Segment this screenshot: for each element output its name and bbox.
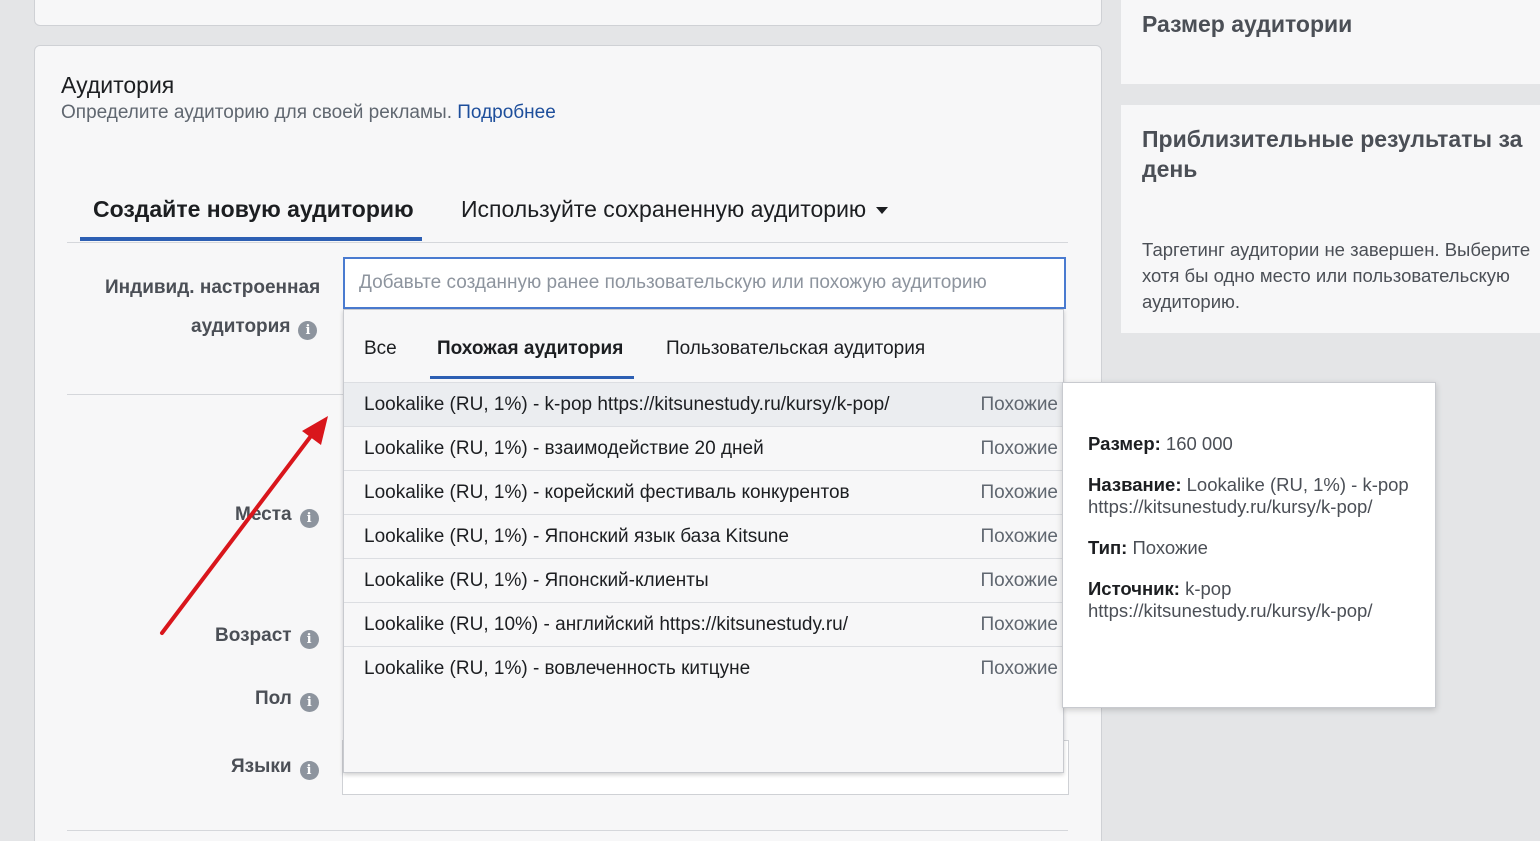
tooltip-type: Тип: Похожие: [1088, 537, 1411, 559]
list-item-type: Похожие: [980, 658, 1058, 679]
list-item-name: Lookalike (RU, 1%) - вовлеченность китцу…: [364, 658, 751, 679]
tooltip-source: Источник: k-pop https://kitsunestudy.ru/…: [1088, 578, 1411, 622]
audience-size-card: Размер аудитории: [1121, 0, 1540, 84]
tab-use-saved-audience[interactable]: Используйте сохраненную аудиторию: [461, 196, 889, 223]
custom-audience-label-line1: Индивид. настроенная: [105, 277, 321, 298]
info-icon[interactable]: i: [299, 509, 319, 528]
locations-label-text: Места: [235, 504, 292, 525]
field-divider: [67, 394, 343, 395]
estimated-results-text: Таргетинг аудитории не завершен. Выберит…: [1142, 239, 1531, 312]
age-label: Возраст i: [215, 625, 319, 649]
list-item-name: Lookalike (RU, 1%) - k-pop https://kitsu…: [364, 394, 890, 415]
dropdown-tab-custom[interactable]: Пользовательская аудитория: [666, 338, 925, 360]
section-title: Аудитория: [61, 72, 175, 98]
languages-label: Языки i: [231, 756, 319, 780]
list-item-type: Похожие: [980, 570, 1058, 591]
dropdown-tab-all[interactable]: Все: [364, 338, 397, 360]
info-icon[interactable]: i: [299, 761, 319, 780]
custom-audience-label-line2: аудитория: [191, 316, 291, 337]
list-item-name: Lookalike (RU, 1%) - корейский фестиваль…: [364, 482, 850, 503]
audience-dropdown: Все Похожая аудитория Пользовательская а…: [343, 309, 1064, 773]
previous-section-card: [34, 0, 1102, 26]
section-subtitle-text: Определите аудиторию для своей рекламы.: [61, 102, 452, 123]
tab-saved-label: Используйте сохраненную аудиторию: [461, 196, 867, 222]
list-item-name: Lookalike (RU, 1%) - Японский-клиенты: [364, 570, 709, 591]
tooltip-size-label: Размер:: [1088, 433, 1161, 454]
tab-create-new-audience[interactable]: Создайте новую аудиторию: [93, 196, 414, 223]
list-item[interactable]: Lookalike (RU, 1%) - взаимодействие 20 д…: [344, 426, 1063, 470]
learn-more-link[interactable]: Подробнее: [457, 102, 556, 123]
info-icon[interactable]: i: [299, 693, 319, 712]
audience-details-tooltip: Размер: 160 000 Название: Lookalike (RU,…: [1062, 382, 1436, 708]
tooltip-name-label: Название:: [1088, 474, 1182, 495]
list-item[interactable]: Lookalike (RU, 1%) - Японский язык база …: [344, 514, 1063, 558]
list-item[interactable]: Lookalike (RU, 1%) - k-pop https://kitsu…: [344, 382, 1063, 426]
tooltip-type-label: Тип:: [1088, 537, 1128, 558]
section-subtitle: Определите аудиторию для своей рекламы. …: [61, 102, 556, 124]
custom-audience-label: аудитория i: [191, 316, 318, 340]
list-item[interactable]: Lookalike (RU, 1%) - Японский-клиенты Пох…: [344, 558, 1063, 602]
bottom-divider: [67, 830, 1068, 831]
list-item-type: Похожие: [980, 614, 1058, 635]
tooltip-type-value: Похожие: [1132, 537, 1208, 558]
tooltip-size: Размер: 160 000: [1088, 433, 1411, 455]
list-item[interactable]: Lookalike (RU, 10%) - английский https:/…: [344, 602, 1063, 646]
list-item-type: Похожие: [980, 438, 1058, 459]
list-item-type: Похожие: [980, 394, 1058, 415]
locations-label: Места i: [235, 504, 319, 528]
list-item[interactable]: Lookalike (RU, 1%) - корейский фестиваль…: [344, 470, 1063, 514]
dropdown-list: Lookalike (RU, 1%) - k-pop https://kitsu…: [344, 382, 1063, 690]
tooltip-name: Название: Lookalike (RU, 1%) - k-pop htt…: [1088, 474, 1411, 518]
dropdown-active-tab-underline: [430, 376, 634, 379]
languages-label-text: Языки: [231, 756, 292, 777]
list-item-name: Lookalike (RU, 10%) - английский https:/…: [364, 614, 849, 635]
active-tab-underline: [80, 237, 422, 241]
info-icon[interactable]: i: [299, 630, 319, 649]
list-item[interactable]: Lookalike (RU, 1%) - вовлеченность китцу…: [344, 646, 1063, 690]
tooltip-size-value: 160 000: [1165, 433, 1233, 454]
estimated-results-title: Приблизительные результаты за день: [1142, 126, 1523, 182]
caret-down-icon: [876, 207, 889, 215]
gender-label: Пол i: [255, 688, 319, 712]
tabs-divider: [67, 242, 1068, 243]
age-label-text: Возраст: [215, 625, 292, 646]
info-icon[interactable]: i: [298, 321, 318, 340]
list-item-name: Lookalike (RU, 1%) - Японский язык база …: [364, 526, 789, 547]
gender-label-text: Пол: [255, 688, 292, 709]
custom-audience-input[interactable]: Добавьте созданную ранее пользовательску…: [343, 257, 1066, 309]
list-item-type: Похожие: [980, 482, 1058, 503]
list-item-type: Похожие: [980, 526, 1058, 547]
tooltip-source-label: Источник:: [1088, 578, 1180, 599]
estimated-results-card: Приблизительные результаты за день Тарге…: [1121, 105, 1540, 333]
list-item-name: Lookalike (RU, 1%) - взаимодействие 20 д…: [364, 438, 764, 459]
audience-size-title: Размер аудитории: [1142, 11, 1353, 37]
dropdown-tab-lookalike[interactable]: Похожая аудитория: [437, 338, 623, 360]
